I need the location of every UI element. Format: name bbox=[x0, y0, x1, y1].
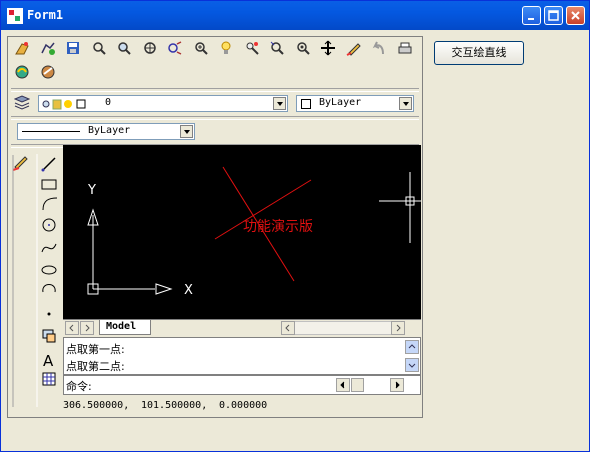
layer-name: 0 bbox=[105, 97, 112, 108]
command-prompt: 命令: bbox=[66, 380, 92, 393]
ellipse-arc-icon bbox=[42, 284, 56, 293]
chevron-down-icon[interactable] bbox=[399, 97, 412, 110]
zoom-extents-icon[interactable] bbox=[140, 40, 160, 60]
interactive-draw-line-button[interactable]: 交互绘直线 bbox=[434, 41, 524, 65]
maximize-button[interactable] bbox=[544, 6, 563, 25]
drawing-canvas[interactable]: Y X 功能演示版 bbox=[63, 145, 421, 319]
coord-y: 101.500000, bbox=[141, 400, 208, 411]
circle-icon bbox=[42, 218, 56, 232]
cad-control: 0 ByLayer ByLayer A Y X 功能演示版 Model 点取第一… bbox=[7, 36, 423, 418]
open-icon[interactable] bbox=[38, 40, 58, 60]
point-icon bbox=[47, 312, 51, 316]
properties-icon[interactable] bbox=[242, 40, 262, 60]
light-bulb-icon[interactable] bbox=[216, 40, 236, 60]
axis-y-label: Y bbox=[87, 183, 96, 198]
zoom-realtime-icon[interactable] bbox=[293, 40, 313, 60]
zoom-in-icon[interactable] bbox=[191, 40, 211, 60]
layer-combo[interactable]: 0 bbox=[38, 95, 288, 112]
print-icon[interactable] bbox=[395, 40, 415, 60]
shade-icon[interactable] bbox=[38, 64, 58, 84]
ucs-icon: Y X bbox=[87, 183, 193, 298]
zoom-all-icon[interactable] bbox=[114, 40, 134, 60]
command-line: 点取第二点: bbox=[66, 360, 125, 373]
edit-icon bbox=[12, 156, 28, 171]
save-icon[interactable] bbox=[63, 40, 83, 60]
coord-z: 0.000000 bbox=[219, 400, 268, 411]
layer-toolbar: 0 ByLayer bbox=[11, 92, 419, 118]
pan-icon[interactable] bbox=[318, 40, 338, 60]
scroll-right-icon[interactable] bbox=[391, 321, 405, 335]
horizontal-scrollbar[interactable] bbox=[281, 321, 405, 335]
linetype-combo[interactable]: ByLayer bbox=[296, 95, 414, 112]
chevron-down-icon[interactable] bbox=[273, 97, 286, 110]
coord-x: 306.500000, bbox=[63, 400, 130, 411]
scroll-down-icon[interactable] bbox=[405, 358, 419, 372]
scroll-thumb[interactable] bbox=[351, 378, 364, 392]
spline-icon bbox=[41, 243, 57, 253]
window-title: Form1 bbox=[27, 8, 64, 22]
pan-realtime-icon[interactable] bbox=[165, 40, 185, 60]
line-sample bbox=[22, 131, 80, 132]
command-input[interactable]: 命令: bbox=[63, 375, 421, 395]
scroll-left-icon[interactable] bbox=[336, 378, 350, 392]
undo-icon[interactable] bbox=[369, 40, 389, 60]
text-icon: A bbox=[43, 352, 54, 370]
block-icon bbox=[42, 329, 56, 343]
svg-text:A: A bbox=[43, 352, 54, 370]
scroll-left-icon[interactable] bbox=[281, 321, 295, 335]
render-icon[interactable] bbox=[12, 64, 32, 84]
title-bar[interactable]: Form1 bbox=[1, 1, 589, 30]
layout-tab-bar: Model bbox=[63, 319, 421, 337]
color-swatch-icon bbox=[301, 99, 311, 109]
tab-model[interactable]: Model bbox=[99, 320, 151, 335]
line-icon bbox=[41, 157, 56, 172]
table-icon bbox=[42, 372, 56, 386]
arc-icon bbox=[42, 197, 58, 211]
lineweight-combo[interactable]: ByLayer bbox=[17, 123, 195, 140]
main-window: Form1 0 ByLayer ByLayer A Y X 功能演示版 Mode… bbox=[0, 0, 590, 452]
demo-watermark: 功能演示版 bbox=[243, 219, 313, 235]
close-button[interactable] bbox=[566, 6, 585, 25]
command-history: 点取第一点: 点取第二点: bbox=[63, 337, 421, 375]
tab-prev-icon[interactable] bbox=[65, 321, 79, 335]
render-toolbar bbox=[11, 62, 59, 88]
axis-x-label: X bbox=[184, 283, 193, 298]
coordinate-status: 306.500000, 101.500000, 0.000000 bbox=[63, 397, 421, 415]
new-icon[interactable] bbox=[12, 40, 32, 60]
tab-next-icon[interactable] bbox=[80, 321, 94, 335]
draw-toolbar: A bbox=[11, 152, 61, 414]
pencil-icon[interactable] bbox=[344, 40, 364, 60]
crosshair-cursor bbox=[379, 172, 421, 243]
zoom-previous-icon[interactable] bbox=[267, 40, 287, 60]
ellipse-icon bbox=[41, 265, 57, 275]
scroll-up-icon[interactable] bbox=[405, 340, 419, 354]
command-line: 点取第一点: bbox=[66, 343, 125, 356]
lineweight-toolbar: ByLayer bbox=[11, 120, 419, 146]
app-icon bbox=[7, 8, 23, 24]
scroll-right-icon[interactable] bbox=[390, 378, 404, 392]
rectangle-icon bbox=[41, 179, 57, 190]
zoom-window-icon[interactable] bbox=[89, 40, 109, 60]
standard-toolbar bbox=[11, 38, 416, 64]
layers-icon[interactable] bbox=[12, 94, 32, 114]
minimize-button[interactable] bbox=[522, 6, 541, 25]
chevron-down-icon[interactable] bbox=[180, 125, 193, 138]
